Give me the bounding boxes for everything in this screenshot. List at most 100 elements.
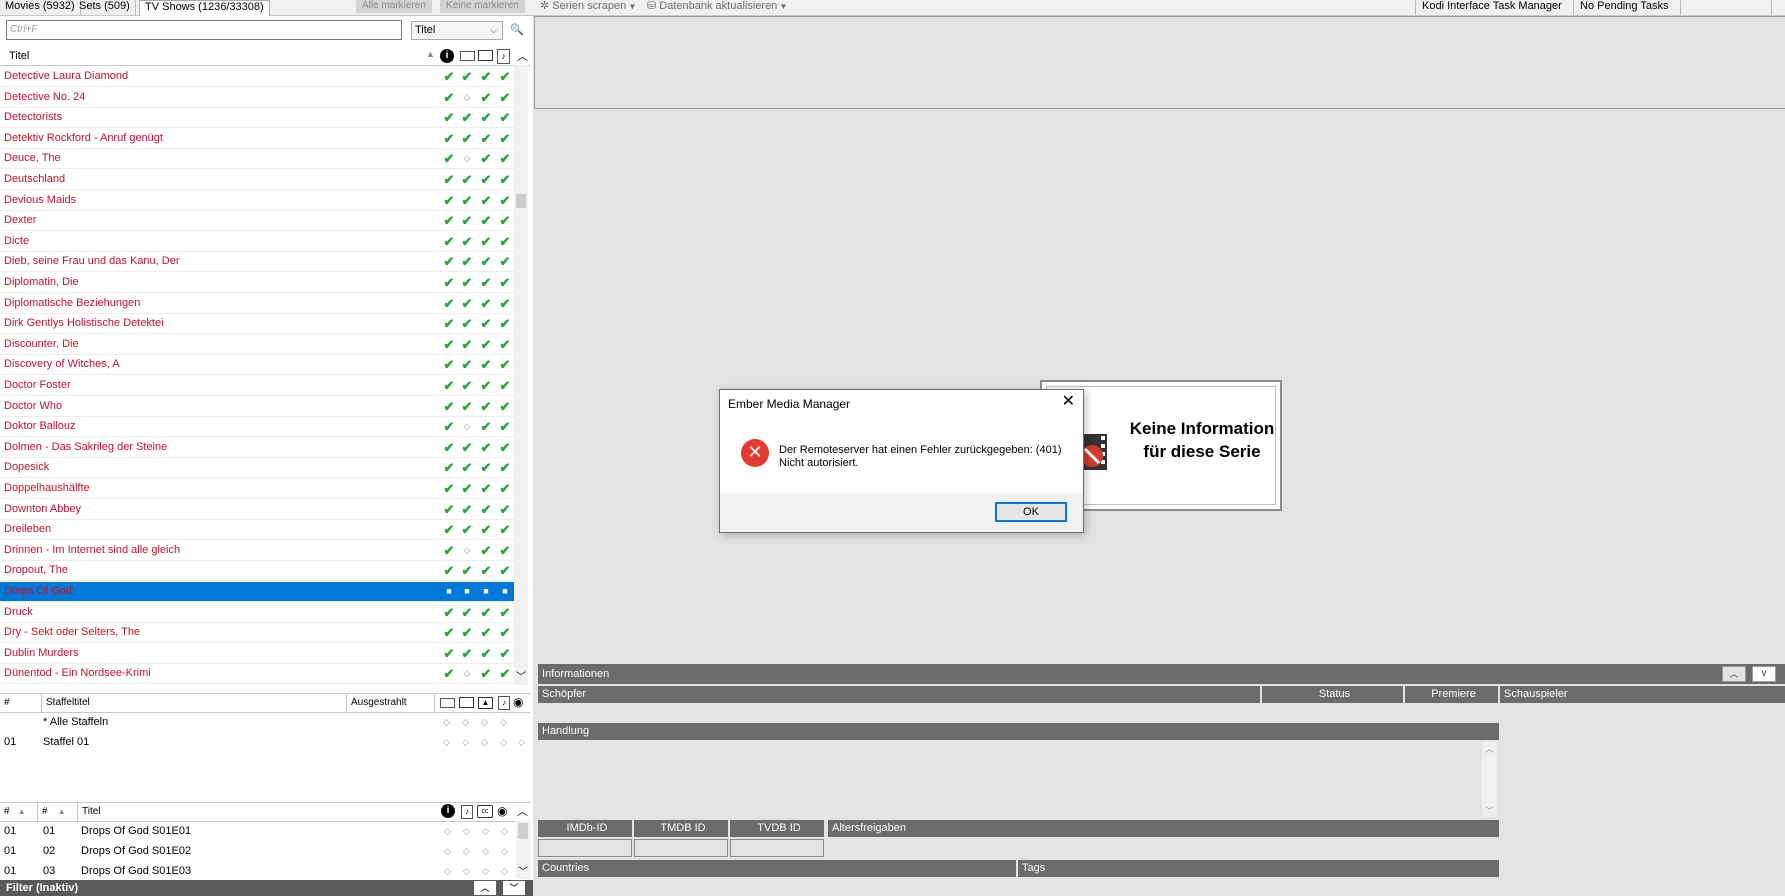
scroll-down-icon[interactable]: ﹀ bbox=[1485, 804, 1494, 817]
episode-col-ep[interactable]: # ▲ bbox=[38, 803, 78, 821]
subtitle-icon[interactable]: cc bbox=[477, 805, 493, 818]
plot-scrollbar[interactable]: ︿ ﹀ bbox=[1482, 742, 1497, 817]
season-row[interactable]: * Alle Staffeln ◇ ◇ ◇ ◇ bbox=[0, 712, 530, 732]
list-item[interactable]: Dropout, The ✔ ✔ ✔ ✔ bbox=[0, 561, 514, 582]
list-item[interactable]: Detective Laura Diamond ✔ ✔ ✔ ✔ bbox=[0, 67, 514, 87]
list-item[interactable]: Devious Maids ✔ ✔ ✔ ✔ bbox=[0, 191, 514, 211]
scroll-up-icon[interactable]: ︿ bbox=[517, 803, 528, 819]
check-icon: ✔ bbox=[461, 501, 473, 517]
ok-button[interactable]: OK bbox=[995, 502, 1067, 522]
episode-col-season[interactable]: # ▲ bbox=[0, 803, 38, 821]
scroll-up-icon[interactable]: ︿ bbox=[1485, 742, 1494, 755]
plot-textarea[interactable]: ︿ ﹀ bbox=[538, 742, 1499, 817]
episode-header: # ▲ # ▲ Titel i ♪ cc ◉ ︿ bbox=[0, 802, 530, 822]
info-collapse-button[interactable]: v bbox=[1752, 666, 1776, 682]
search-input[interactable]: Ctrl+F bbox=[6, 20, 402, 40]
mark-all-button[interactable]: Alle markieren bbox=[356, 0, 432, 13]
list-item[interactable]: Detective No. 24 ✔ ◇ ✔ ✔ bbox=[0, 88, 514, 108]
tab-tvshows[interactable]: TV Shows (1236/33308) bbox=[139, 0, 270, 16]
list-item[interactable]: Dicte ✔ ✔ ✔ ✔ bbox=[0, 232, 514, 252]
episode-scrollbar[interactable]: ﹀ bbox=[516, 821, 530, 879]
list-item[interactable]: Diplomatin, Die ✔ ✔ ✔ ✔ bbox=[0, 273, 514, 293]
nfo-file-icon[interactable]: ♪ bbox=[498, 696, 510, 710]
scrollbar-thumb[interactable] bbox=[516, 194, 526, 208]
list-item[interactable]: Discovery of Witches, A ✔ ✔ ✔ ✔ bbox=[0, 355, 514, 376]
imdb-field[interactable] bbox=[538, 839, 632, 857]
scroll-down-icon[interactable]: ﹀ bbox=[516, 668, 526, 683]
monitor-icon[interactable] bbox=[478, 50, 493, 61]
search-icon[interactable]: 🔍 bbox=[508, 21, 526, 40]
season-col-title[interactable]: Staffeltitel bbox=[42, 694, 347, 712]
list-item[interactable]: Doctor Foster ✔ ✔ ✔ ✔ bbox=[0, 376, 514, 396]
task-manager-status[interactable]: Kodi Interface Task Manager bbox=[1415, 0, 1568, 15]
nfo-file-icon[interactable]: ♪ bbox=[497, 49, 510, 64]
episode-row[interactable]: 01 01 Drops Of God S01E01 ◇ ◇ ◇ ◇ bbox=[0, 821, 514, 841]
list-scrollbar[interactable]: ﹀ bbox=[514, 65, 528, 685]
scroll-up-icon[interactable]: ︿ bbox=[517, 48, 528, 64]
info-expand-button[interactable]: ︿ bbox=[1722, 666, 1746, 682]
episode-row[interactable]: 01 02 Drops Of God S01E02 ◇ ◇ ◇ ◇ bbox=[0, 841, 514, 861]
season-col-aired[interactable]: Ausgestrahlt bbox=[347, 694, 435, 712]
nfo-file-icon[interactable]: ♪ bbox=[461, 805, 473, 819]
scrollbar-thumb[interactable] bbox=[518, 823, 528, 839]
missing-icon: ◇ bbox=[444, 846, 451, 856]
list-item[interactable]: Detektiv Rockford - Anruf genügt ✔ ✔ ✔ ✔ bbox=[0, 129, 514, 149]
eye-icon[interactable]: ◉ bbox=[497, 804, 507, 818]
check-icon: ✔ bbox=[443, 295, 455, 311]
episode-row[interactable]: 01 03 Drops Of God S01E03 ◇ ◇ ◇ ◇ bbox=[0, 861, 514, 881]
list-item[interactable]: Doktor Ballouz ✔ ◇ ✔ ✔ bbox=[0, 417, 514, 438]
banner-icon[interactable] bbox=[460, 51, 475, 61]
list-item[interactable]: Downton Abbey ✔ ✔ ✔ ✔ bbox=[0, 500, 514, 520]
list-item[interactable]: Deutschland ✔ ✔ ✔ ✔ bbox=[0, 170, 514, 190]
list-item[interactable]: Deuce, The ✔ ◇ ✔ ✔ bbox=[0, 149, 514, 170]
tab-movies[interactable]: Movies (5932) bbox=[0, 0, 81, 15]
image-icon[interactable]: ▲ bbox=[478, 697, 493, 709]
scrape-series-menu[interactable]: ✲ Serien scrapen ▼ bbox=[540, 0, 636, 15]
list-item[interactable]: Dünentod - Ein Nordsee-Krimi ✔ ◇ ✔ ✔ bbox=[0, 664, 514, 685]
tvdb-field[interactable] bbox=[730, 839, 824, 857]
list-item[interactable]: Diplomatische Beziehungen ✔ ✔ ✔ ✔ bbox=[0, 294, 514, 314]
close-icon[interactable]: ✕ bbox=[1062, 394, 1075, 410]
list-item[interactable]: Dolmen - Das Sakrileg der Steine ✔ ✔ ✔ ✔ bbox=[0, 438, 514, 458]
check-icon: ✔ bbox=[461, 604, 473, 620]
episode-col-title[interactable]: Titel bbox=[78, 803, 438, 821]
tmdb-field[interactable] bbox=[634, 839, 728, 857]
monitor-icon[interactable] bbox=[459, 697, 474, 708]
list-item-title: Dry - Sekt oder Selters, The bbox=[4, 626, 141, 639]
scroll-down-icon[interactable]: ﹀ bbox=[518, 863, 528, 878]
sort-select[interactable]: Titel ⌵ bbox=[411, 21, 503, 40]
list-item[interactable]: Drops Of God ■ ■ ■ ■ bbox=[0, 582, 514, 602]
banner-icon[interactable] bbox=[440, 698, 455, 708]
info-icon[interactable]: i bbox=[441, 804, 455, 818]
list-item[interactable]: Dirk Gentlys Holistische Detektei ✔ ✔ ✔ ✔ bbox=[0, 314, 514, 335]
tab-sets[interactable]: Sets (509) bbox=[74, 0, 136, 15]
list-item[interactable]: Dieb, seine Frau und das Kanu, Der ✔ ✔ ✔ ✔ bbox=[0, 252, 514, 273]
list-item[interactable]: Doppelhaushälfte ✔ ✔ ✔ ✔ bbox=[0, 479, 514, 499]
list-item[interactable]: Detectorists ✔ ✔ ✔ ✔ bbox=[0, 108, 514, 129]
update-db-menu[interactable]: ⛁ Datenbank aktualisieren ▼ bbox=[647, 0, 787, 15]
season-col-num[interactable]: # bbox=[0, 694, 42, 712]
filter-up-button[interactable]: ︿ bbox=[474, 881, 496, 895]
check-icon: ✔ bbox=[443, 419, 455, 435]
list-item[interactable]: Discounter, Die ✔ ✔ ✔ ✔ bbox=[0, 335, 514, 355]
list-item[interactable]: Dopesick ✔ ✔ ✔ ✔ bbox=[0, 458, 514, 479]
list-item[interactable]: Druck ✔ ✔ ✔ ✔ bbox=[0, 603, 514, 623]
filter-panel-header[interactable]: Filter (Inaktiv) ︿ ﹀ bbox=[0, 880, 533, 896]
list-item[interactable]: Drinnen - Im Internet sind alle gleich ✔ ◇… bbox=[0, 541, 514, 561]
missing-icon: ◇ bbox=[463, 866, 470, 876]
eye-icon[interactable]: ◉ bbox=[513, 695, 523, 709]
list-item[interactable]: Dreileben ✔ ✔ ✔ ✔ bbox=[0, 520, 514, 541]
mark-none-button[interactable]: Keine markieren bbox=[440, 0, 525, 13]
list-item[interactable]: Dry - Sekt oder Selters, The ✔ ✔ ✔ ✔ bbox=[0, 623, 514, 644]
season-row[interactable]: 01 Staffel 01 ◇ ◇ ◇ ◇ ◇ bbox=[0, 732, 530, 752]
column-title[interactable]: Titel bbox=[9, 50, 29, 62]
info-icon[interactable]: i bbox=[440, 49, 454, 63]
list-item[interactable]: Dublin Murders ✔ ✔ ✔ ✔ bbox=[0, 644, 514, 664]
missing-icon: ◇ bbox=[482, 826, 489, 836]
list-item[interactable]: Dexter ✔ ✔ ✔ ✔ bbox=[0, 211, 514, 232]
filter-down-button[interactable]: ﹀ bbox=[503, 881, 525, 895]
list-item-title: Dreileben bbox=[4, 523, 52, 536]
database-icon: ⛁ bbox=[647, 0, 660, 12]
check-icon: ✔ bbox=[480, 89, 492, 105]
list-item[interactable]: Doctor Who ✔ ✔ ✔ ✔ bbox=[0, 397, 514, 417]
